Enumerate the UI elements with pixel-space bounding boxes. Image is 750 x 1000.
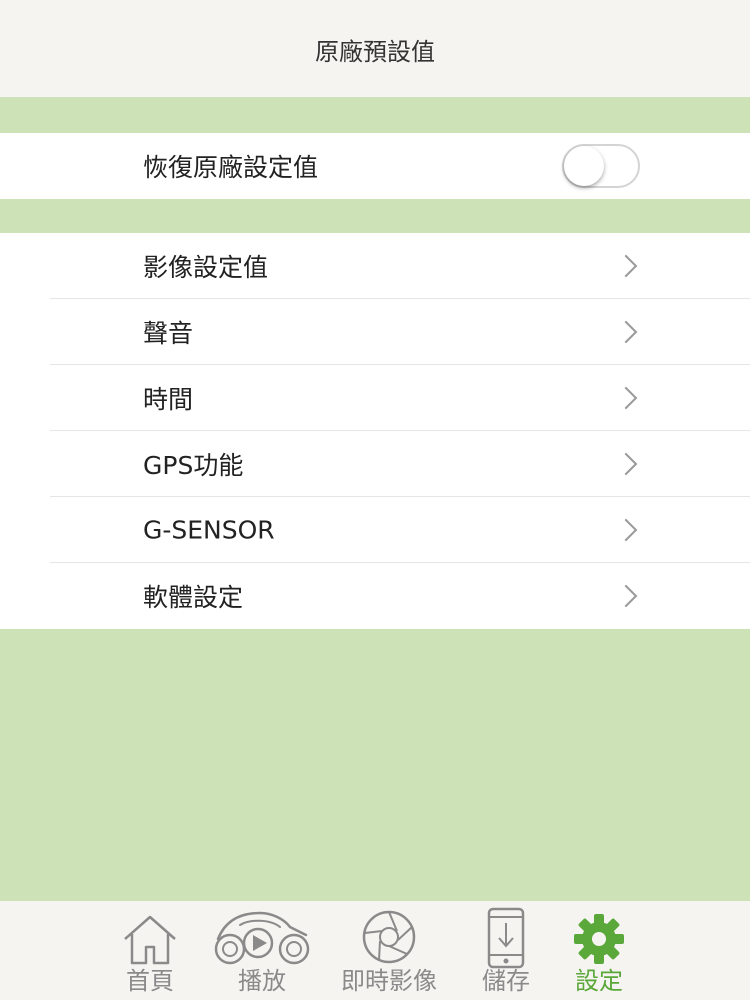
chevron-right-icon (614, 386, 638, 410)
menu-item-label: G-SENSOR (143, 515, 275, 545)
menu-item-software-settings[interactable]: 軟體設定 (0, 563, 750, 629)
menu-item-time[interactable]: 時間 (0, 365, 750, 431)
chevron-right-icon (614, 254, 638, 278)
menu-item-g-sensor[interactable]: G-SENSOR (0, 497, 750, 563)
tab-label: 設定 (575, 967, 623, 995)
tab-bar: 首頁 播放 即時影像 儲存 設定 (0, 901, 750, 1000)
switch-knob[interactable] (564, 146, 604, 186)
chevron-right-icon (614, 518, 638, 542)
chevron-right-icon (614, 584, 638, 608)
tab-label: 播放 (238, 967, 286, 995)
menu-item-label: 時間 (143, 385, 194, 414)
menu-item-label: GPS功能 (143, 451, 244, 480)
home-icon (124, 915, 176, 965)
tab-live-view[interactable]: 即時影像 (334, 901, 444, 1000)
menu-item-label: 聲音 (143, 319, 194, 348)
menu-item-sound[interactable]: 聲音 (0, 299, 750, 365)
reset-defaults-switch[interactable] (562, 144, 640, 188)
reset-defaults-label: 恢復原廠設定值 (143, 153, 319, 182)
gear-icon (574, 914, 624, 964)
menu-item-label: 軟體設定 (143, 583, 244, 612)
tab-playback[interactable]: 播放 (210, 901, 314, 1000)
nav-bar: 原廠預設值 (0, 0, 750, 97)
aperture-icon (362, 910, 416, 964)
menu-item-gps[interactable]: GPS功能 (0, 431, 750, 497)
menu-item-label: 影像設定值 (143, 253, 269, 282)
menu-item-video-settings[interactable]: 影像設定值 (0, 233, 750, 299)
chevron-right-icon (614, 320, 638, 344)
page-title: 原廠預設值 (315, 38, 435, 66)
tab-label: 首頁 (126, 967, 174, 995)
tab-settings[interactable]: 設定 (566, 901, 632, 1000)
tab-storage[interactable]: 儲存 (474, 901, 538, 1000)
chevron-right-icon (614, 452, 638, 476)
phone-download-icon (487, 907, 525, 969)
tab-home[interactable]: 首頁 (112, 901, 188, 1000)
tab-label: 儲存 (482, 967, 530, 995)
settings-menu: 影像設定值 聲音 時間 GPS功能 G-SENSOR 軟體設定 (0, 233, 750, 629)
tab-label: 即時影像 (341, 967, 437, 995)
